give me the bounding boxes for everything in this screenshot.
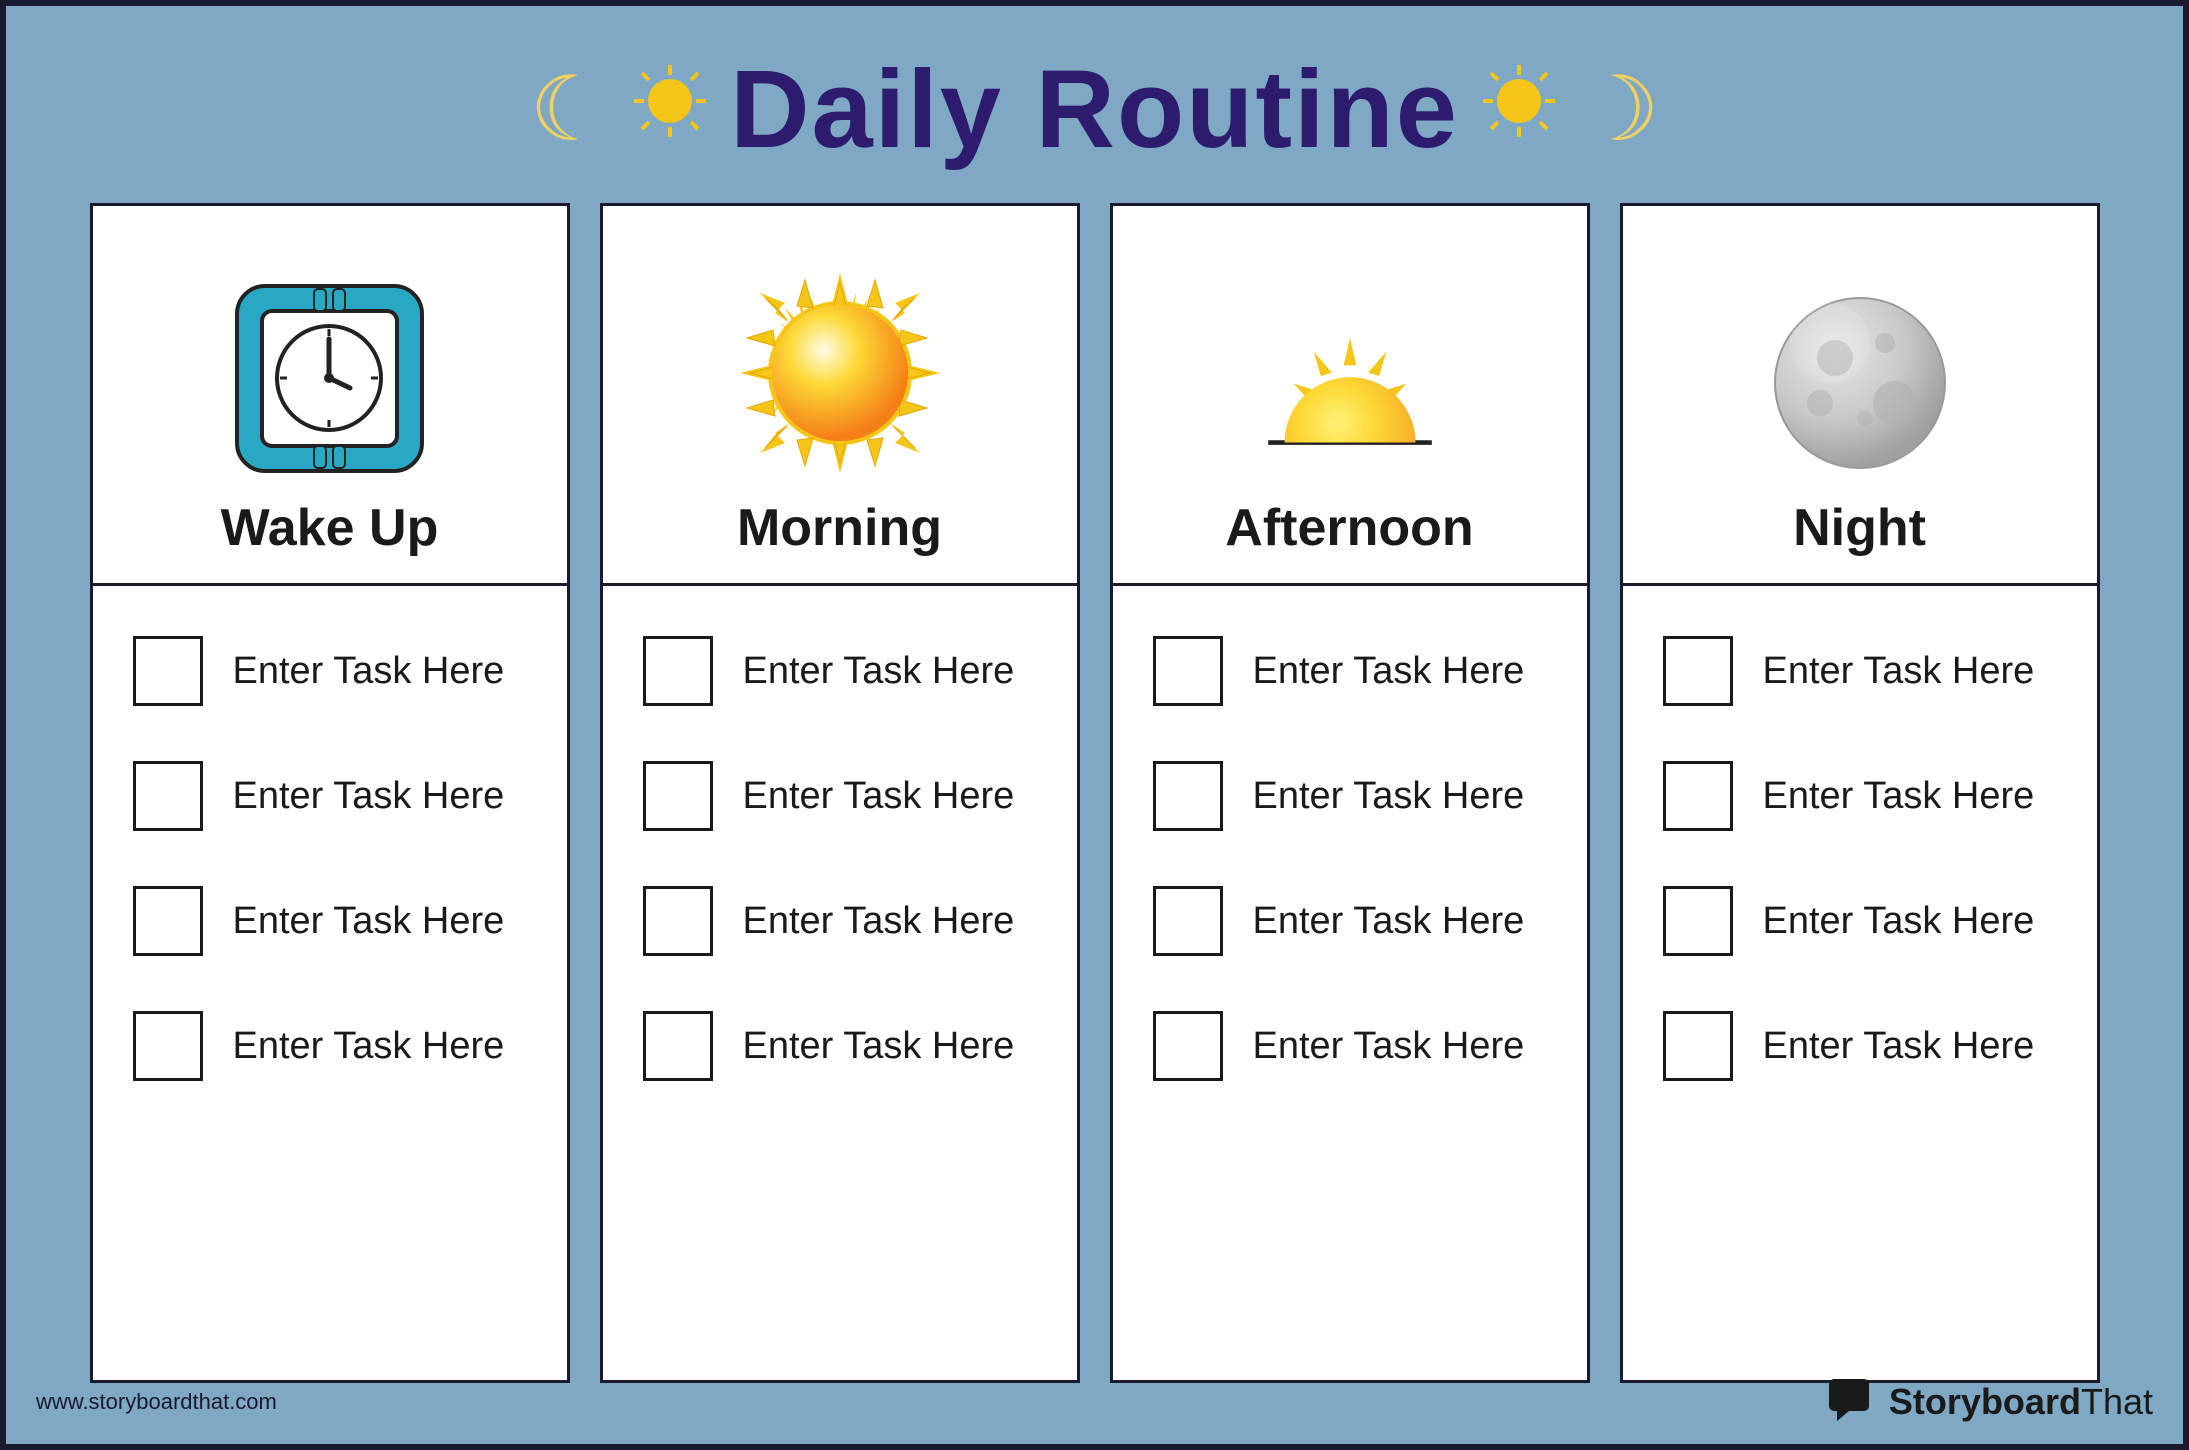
morning-tasks: Enter Task Here Enter Task Here Enter Ta… — [603, 586, 1077, 1380]
task-label: Enter Task Here — [1763, 900, 2035, 943]
moon-right-icon: ☾ — [1579, 57, 1660, 162]
task-row: Enter Task Here — [1663, 1011, 2057, 1081]
task-checkbox[interactable] — [1663, 636, 1733, 706]
afternoon-tasks: Enter Task Here Enter Task Here Enter Ta… — [1113, 586, 1587, 1380]
task-row: Enter Task Here — [1153, 636, 1547, 706]
column-night: Night Enter Task Here Enter Task Here En… — [1620, 203, 2100, 1383]
wake-up-tasks: Enter Task Here Enter Task Here Enter Ta… — [93, 586, 567, 1380]
task-checkbox[interactable] — [1663, 761, 1733, 831]
task-label: Enter Task Here — [743, 900, 1015, 943]
column-wake-up-header: Wake Up — [93, 206, 567, 586]
task-row: Enter Task Here — [1663, 761, 2057, 831]
task-label: Enter Task Here — [1253, 1025, 1525, 1068]
task-row: Enter Task Here — [1663, 886, 2057, 956]
task-checkbox[interactable] — [1153, 761, 1223, 831]
moon-night-icon — [1765, 288, 1955, 478]
task-label: Enter Task Here — [743, 1025, 1015, 1068]
task-row: Enter Task Here — [1153, 1011, 1547, 1081]
footer-url: www.storyboardthat.com — [36, 1389, 277, 1415]
afternoon-title: Afternoon — [1225, 498, 1473, 558]
footer: www.storyboardthat.com StoryboardThat — [36, 1379, 2153, 1424]
task-checkbox[interactable] — [643, 761, 713, 831]
brand-label: StoryboardThat — [1889, 1381, 2153, 1423]
column-night-header: Night — [1623, 206, 2097, 586]
task-checkbox[interactable] — [133, 1011, 203, 1081]
header: ☾ Daily Routine — [6, 6, 2183, 203]
night-title: Night — [1793, 498, 1926, 558]
task-label: Enter Task Here — [233, 1025, 505, 1068]
task-label: Enter Task Here — [743, 775, 1015, 818]
footer-brand: StoryboardThat — [1829, 1379, 2153, 1424]
column-afternoon: Afternoon Enter Task Here Enter Task Her… — [1110, 203, 1590, 1383]
night-tasks: Enter Task Here Enter Task Here Enter Ta… — [1623, 586, 2097, 1380]
task-label: Enter Task Here — [233, 775, 505, 818]
task-label: Enter Task Here — [1253, 900, 1525, 943]
task-label: Enter Task Here — [1253, 775, 1525, 818]
task-row: Enter Task Here — [133, 886, 527, 956]
task-checkbox[interactable] — [133, 761, 203, 831]
wake-up-title: Wake Up — [221, 498, 439, 558]
task-row: Enter Task Here — [643, 636, 1037, 706]
task-checkbox[interactable] — [1153, 636, 1223, 706]
task-checkbox[interactable] — [133, 636, 203, 706]
task-row: Enter Task Here — [1153, 761, 1547, 831]
moon-left-icon: ☾ — [529, 57, 610, 162]
task-row: Enter Task Here — [643, 1011, 1037, 1081]
sun-morning-icon — [735, 268, 945, 478]
column-wake-up: Wake Up Enter Task Here Enter Task Here … — [90, 203, 570, 1383]
task-row: Enter Task Here — [1153, 886, 1547, 956]
task-row: Enter Task Here — [643, 761, 1037, 831]
column-morning-header: Morning — [603, 206, 1077, 586]
task-label: Enter Task Here — [1763, 1025, 2035, 1068]
sun-right-small-icon — [1479, 61, 1559, 158]
sun-left-small-icon — [630, 61, 710, 158]
task-label: Enter Task Here — [743, 650, 1015, 693]
storyboard-icon — [1829, 1379, 1879, 1424]
page-title: Daily Routine — [730, 46, 1459, 173]
columns-container: Wake Up Enter Task Here Enter Task Here … — [6, 203, 2183, 1383]
task-row: Enter Task Here — [643, 886, 1037, 956]
task-label: Enter Task Here — [1763, 650, 2035, 693]
task-label: Enter Task Here — [233, 650, 505, 693]
afternoon-icon — [1250, 298, 1450, 478]
task-checkbox[interactable] — [1663, 886, 1733, 956]
column-afternoon-header: Afternoon — [1113, 206, 1587, 586]
task-checkbox[interactable] — [643, 636, 713, 706]
task-label: Enter Task Here — [1763, 775, 2035, 818]
task-checkbox[interactable] — [1153, 1011, 1223, 1081]
task-checkbox[interactable] — [133, 886, 203, 956]
task-label: Enter Task Here — [233, 900, 505, 943]
task-checkbox[interactable] — [1663, 1011, 1733, 1081]
task-row: Enter Task Here — [133, 636, 527, 706]
task-row: Enter Task Here — [133, 761, 527, 831]
column-morning: Morning Enter Task Here Enter Task Here … — [600, 203, 1080, 1383]
task-checkbox[interactable] — [643, 1011, 713, 1081]
task-row: Enter Task Here — [133, 1011, 527, 1081]
task-checkbox[interactable] — [1153, 886, 1223, 956]
task-label: Enter Task Here — [1253, 650, 1525, 693]
task-checkbox[interactable] — [643, 886, 713, 956]
clock-icon — [230, 278, 430, 478]
task-row: Enter Task Here — [1663, 636, 2057, 706]
morning-title: Morning — [737, 498, 942, 558]
